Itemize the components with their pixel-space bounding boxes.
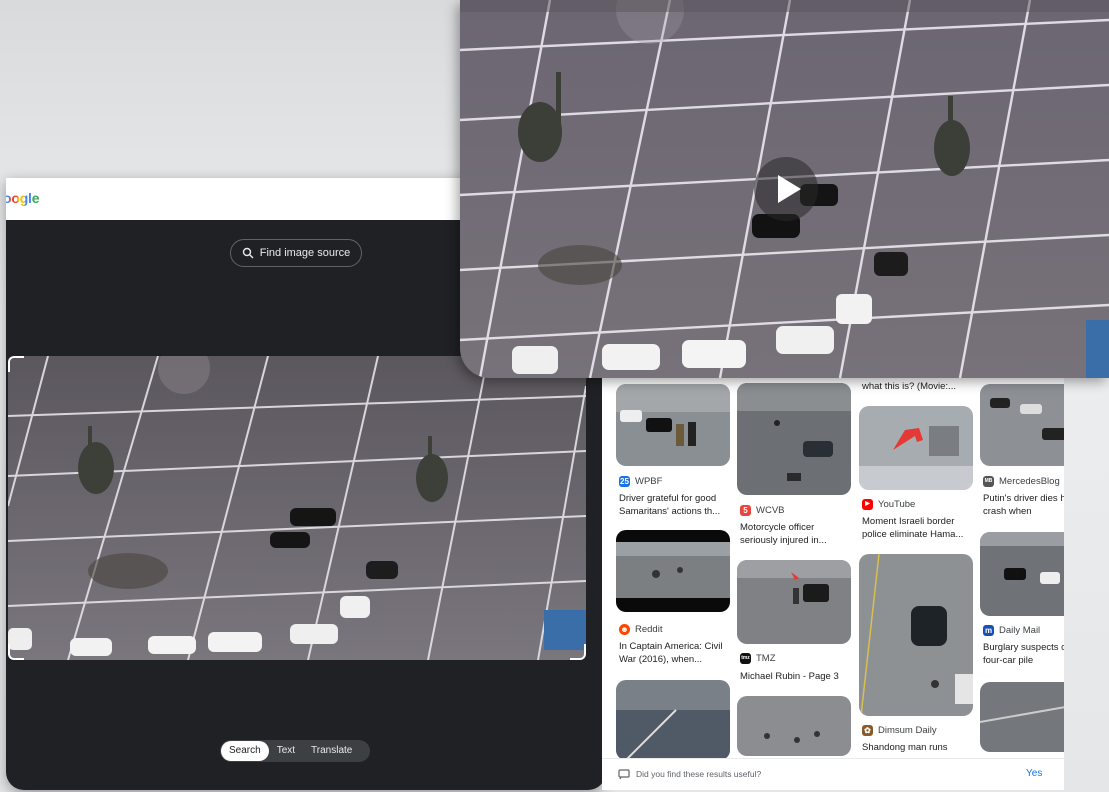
tmz-logo-icon: tmz: [740, 653, 751, 664]
feedback-icon: [618, 769, 630, 780]
source-name: Dimsum Daily: [878, 725, 937, 736]
result-image: [616, 530, 730, 612]
result-source: ▶ YouTube: [862, 499, 915, 510]
result-thumbnail[interactable]: [616, 680, 730, 760]
result-title[interactable]: Shandong man runs: [862, 741, 974, 754]
result-title[interactable]: Driver grateful for good Samaritans' act…: [619, 492, 731, 518]
video-player[interactable]: [460, 0, 1109, 378]
feedback-bar: Did you find these results useful? Yes: [602, 758, 1064, 790]
result-image: [616, 384, 730, 466]
mode-text-tab[interactable]: Text: [269, 741, 303, 761]
lens-search-icon: [242, 247, 254, 259]
logo-text: oogle: [6, 190, 40, 206]
result-thumbnail-mercedesblog[interactable]: [980, 384, 1064, 466]
find-image-source-button[interactable]: Find image source: [230, 239, 362, 267]
result-source: 25 WPBF: [619, 476, 662, 487]
result-image: [737, 696, 851, 756]
source-name: MercedesBlog: [999, 476, 1060, 487]
result-image: [616, 680, 730, 760]
play-icon: [778, 175, 801, 203]
reddit-logo-icon: ☻: [619, 624, 630, 635]
crop-corner-br[interactable]: [570, 644, 586, 660]
play-button[interactable]: [754, 157, 818, 221]
result-thumbnail-youtube[interactable]: [859, 406, 973, 490]
lens-selected-image[interactable]: [8, 356, 586, 660]
result-source: MB MercedesBlog: [983, 476, 1060, 487]
result-thumbnail[interactable]: [737, 696, 851, 756]
result-title[interactable]: Moment Israeli border police eliminate H…: [862, 515, 974, 541]
result-source: ✿ Dimsum Daily: [862, 725, 937, 736]
source-name: WPBF: [635, 476, 663, 487]
source-name: WCVB: [756, 505, 785, 516]
visual-matches-panel: 25 WPBF Driver grateful for good Samarita…: [602, 370, 1064, 790]
result-title[interactable]: Motorcycle officer seriously injured in.…: [740, 521, 852, 547]
crop-corner-tl[interactable]: [8, 356, 24, 372]
result-title[interactable]: In Captain America: Civil War (2016), wh…: [619, 640, 731, 666]
lens-mode-bar: Search Text Translate: [220, 740, 370, 762]
result-source: tmz TMZ: [740, 653, 776, 664]
crop-corner-bl[interactable]: [8, 644, 24, 660]
result-source: m Daily Mail: [983, 625, 1040, 636]
youtube-logo-icon: ▶: [862, 499, 873, 510]
result-title[interactable]: Putin's driver dies horror crash when: [983, 492, 1064, 518]
dailymail-logo-icon: m: [983, 625, 994, 636]
result-image: [980, 384, 1064, 466]
result-source: ☻ Reddit: [619, 624, 662, 635]
result-image: [737, 560, 851, 644]
result-thumbnail-reddit[interactable]: [616, 530, 730, 612]
result-source: 5 WCVB: [740, 505, 785, 516]
result-image: [859, 406, 973, 490]
google-logo[interactable]: oogle: [6, 190, 40, 206]
wpbf-logo-icon: 25: [619, 476, 630, 487]
mode-translate-tab[interactable]: Translate: [303, 741, 360, 761]
feedback-yes-button[interactable]: Yes: [1026, 768, 1042, 779]
result-thumbnail-tmz[interactable]: [737, 560, 851, 644]
result-image: [859, 554, 973, 716]
wcvb-logo-icon: 5: [740, 505, 751, 516]
result-title[interactable]: Michael Rubin - Page 3: [740, 670, 852, 683]
find-source-label: Find image source: [259, 247, 351, 259]
source-name: YouTube: [878, 499, 916, 510]
parking-lot-scene-image: [8, 356, 586, 660]
dimsum-logo-icon: ✿: [862, 725, 873, 736]
result-image: [980, 532, 1064, 616]
source-name: TMZ: [756, 653, 776, 664]
feedback-question: Did you find these results useful?: [636, 769, 762, 779]
result-thumbnail-wcvb[interactable]: [737, 383, 851, 495]
result-title[interactable]: what this is? (Movie:...: [862, 380, 974, 393]
result-thumbnail-dimsum[interactable]: [859, 554, 973, 716]
result-title[interactable]: Burglary suspects cause four-car pile: [983, 641, 1064, 667]
source-name: Reddit: [635, 624, 663, 635]
result-image: [737, 383, 851, 495]
mercedesblog-logo-icon: MB: [983, 476, 994, 487]
source-name: Daily Mail: [999, 625, 1041, 636]
mode-search-tab[interactable]: Search: [221, 741, 269, 761]
result-thumbnail-dailymail[interactable]: [980, 532, 1064, 616]
result-thumbnail[interactable]: [980, 682, 1064, 752]
result-thumbnail-wpbf[interactable]: [616, 384, 730, 466]
result-image: [980, 682, 1064, 752]
